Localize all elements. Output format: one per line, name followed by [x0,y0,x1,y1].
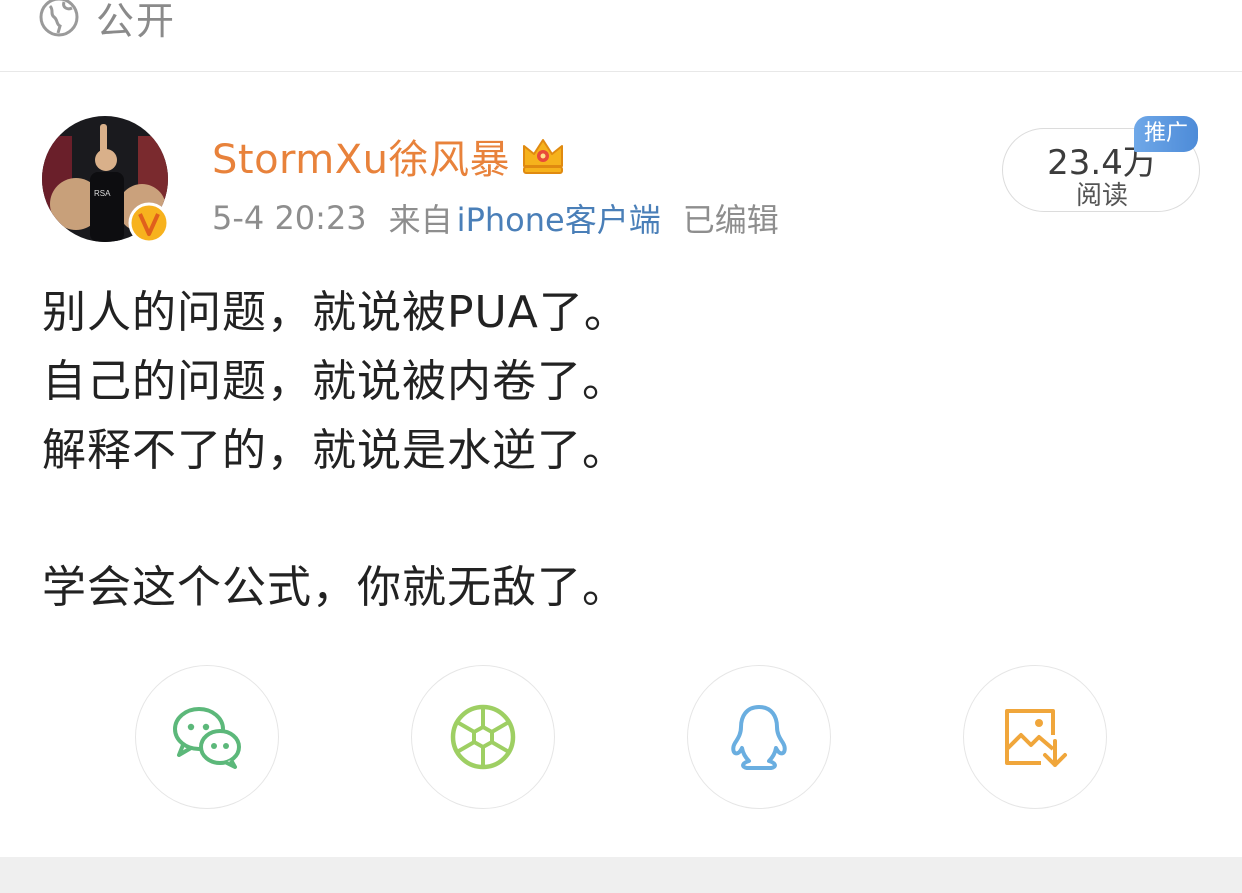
share-row [135,665,1107,809]
globe-icon [39,0,79,37]
weibo-post-detail: 公开 RSA StormXu徐风暴 5-4 20:23 来自 iPhone客户端… [0,0,1242,893]
divider [0,71,1242,72]
edited-label[interactable]: 已编辑 [683,195,779,241]
promo-badge[interactable]: 推广 [1134,116,1199,152]
save-image-button[interactable] [963,665,1107,809]
visibility-label: 公开 [96,0,177,43]
wechat-icon [173,707,241,769]
content-line: 自己的问题，就说被内卷了。 [42,356,627,407]
svg-text:RSA: RSA [94,189,111,198]
moments-icon [450,704,516,770]
share-moments-button[interactable] [411,665,555,809]
post-source[interactable]: iPhone客户端 [457,195,661,241]
post-content: 别人的问题，就说被PUA了。 自己的问题，就说被内卷了。 解释不了的，就说是水逆… [42,278,629,622]
content-gap [42,485,629,553]
save-image-icon [1005,709,1067,767]
author-row: StormXu徐风暴 [212,128,566,184]
post-meta: 5-4 20:23 来自 iPhone客户端 已编辑 [212,196,779,240]
bottom-separator [0,857,1242,893]
qq-icon [731,705,787,770]
author-name[interactable]: StormXu徐风暴 [212,127,510,185]
visibility-row[interactable]: 公开 [38,0,176,43]
content-line: 解释不了的，就说是水逆了。 [42,425,627,476]
read-label: 阅读 [1075,181,1128,211]
verified-v-icon [128,202,170,244]
content-line: 学会这个公式，你就无敌了。 [42,562,627,613]
post-time: 5-4 20:23 [212,199,367,237]
share-wechat-button[interactable] [135,665,279,809]
avatar[interactable]: RSA [42,116,170,244]
crown-icon[interactable] [520,136,566,176]
share-qq-button[interactable] [687,665,831,809]
source-prefix: 来自 [388,201,453,239]
content-line: 别人的问题，就说被PUA了。 [42,287,629,338]
